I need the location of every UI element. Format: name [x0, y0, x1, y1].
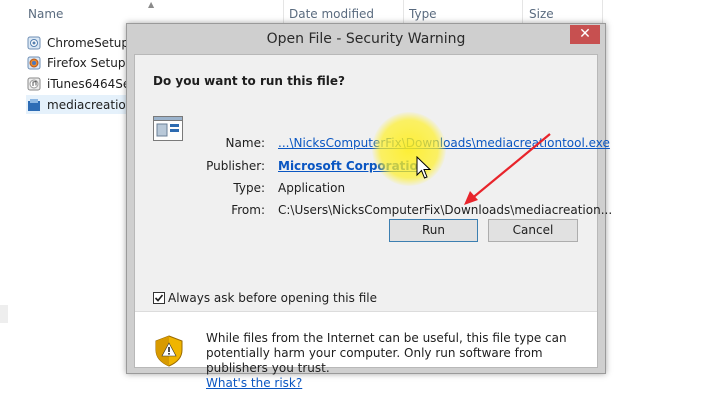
type-value: Application: [278, 181, 346, 195]
file-name: mediacreationt: [47, 97, 139, 112]
column-header-type[interactable]: Type: [409, 4, 437, 24]
always-ask-checkbox[interactable]: [153, 292, 165, 304]
column-header-size[interactable]: Size: [529, 4, 554, 24]
firefox-setup-icon: [27, 56, 41, 69]
always-ask-option[interactable]: Always ask before opening this file: [153, 291, 377, 305]
cancel-button[interactable]: Cancel: [488, 219, 578, 242]
sort-ascending-icon: ▲: [148, 0, 155, 9]
checkmark-icon: [154, 294, 164, 302]
close-icon: ✕: [579, 26, 591, 42]
warning-message: While files from the Internet can be use…: [206, 331, 586, 391]
media-creation-tool-icon: [28, 98, 40, 111]
run-question: Do you want to run this file?: [153, 74, 345, 88]
warning-shield-icon: [155, 335, 183, 367]
publisher-label: Publisher:: [206, 159, 265, 173]
file-path-link[interactable]: ...\NicksComputerFix\Downloads\mediacrea…: [278, 136, 610, 150]
dialog-title: Open File - Security Warning: [266, 31, 466, 47]
column-header-date-modified[interactable]: Date modified: [289, 4, 374, 24]
file-name: Firefox Setup S: [47, 55, 137, 70]
close-button[interactable]: ✕: [570, 25, 600, 44]
security-warning-dialog: Open File - Security Warning ✕ Do you wa…: [126, 23, 612, 390]
from-label: From:: [231, 203, 265, 217]
run-button[interactable]: Run: [389, 219, 478, 242]
type-label: Type:: [233, 181, 265, 195]
warning-panel: While files from the Internet can be use…: [135, 311, 597, 390]
name-label: Name:: [225, 136, 265, 150]
chrome-setup-icon: [27, 36, 41, 49]
column-header-name[interactable]: Name: [28, 4, 63, 24]
from-value: C:\Users\NicksComputerFix\Downloads\medi…: [278, 203, 613, 217]
itunes-setup-icon: [27, 77, 41, 90]
dialog-titlebar[interactable]: Open File - Security Warning ✕: [127, 24, 605, 54]
file-name: ChromeSetup: [47, 35, 129, 50]
dialog-content: Do you want to run this file? Name: ...\…: [134, 54, 612, 390]
warning-text: While files from the Internet can be use…: [206, 331, 567, 375]
always-ask-label: Always ask before opening this file: [168, 291, 377, 305]
publisher-link[interactable]: Microsoft Corporation: [278, 159, 426, 173]
navigation-pane-edge: [0, 305, 8, 323]
whats-the-risk-link[interactable]: What's the risk?: [206, 376, 302, 390]
